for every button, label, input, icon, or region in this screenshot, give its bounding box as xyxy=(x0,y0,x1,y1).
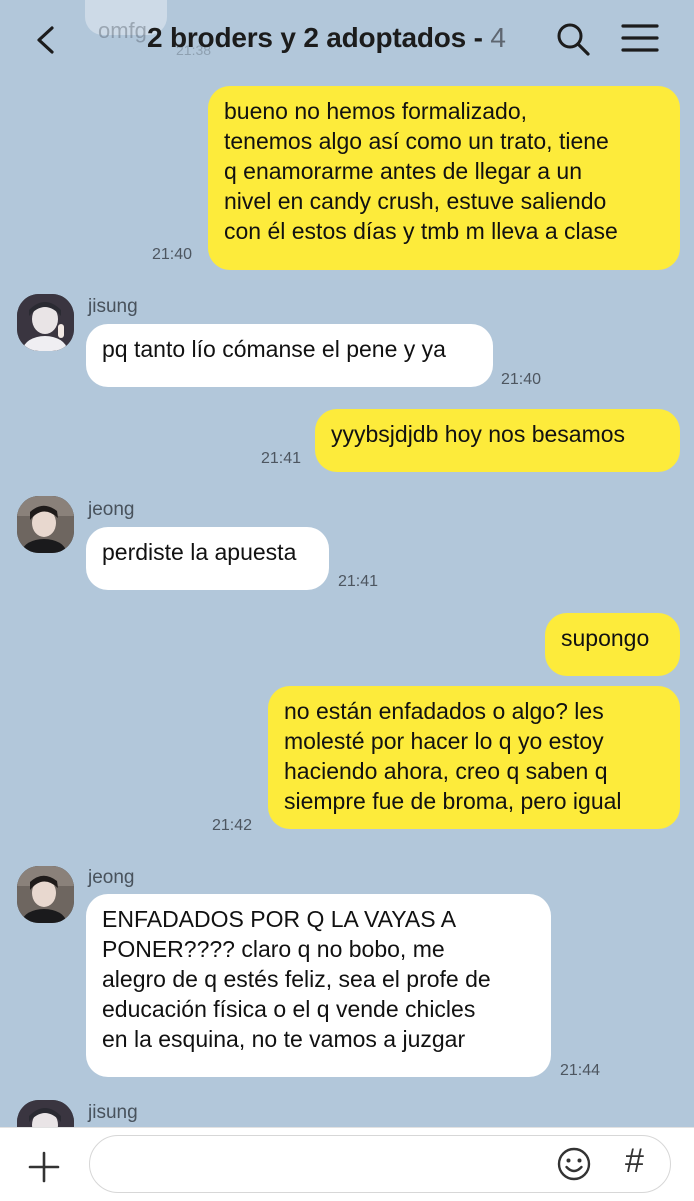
sender-name: jeong xyxy=(88,499,135,520)
chat-header: omfg 21:38 2 broders y 2 adoptados - 4 xyxy=(0,0,694,78)
outgoing-message-bubble[interactable]: no están enfadados o algo? les molesté p… xyxy=(268,686,680,829)
sender-name: jisung xyxy=(88,296,138,317)
menu-icon[interactable] xyxy=(620,20,660,56)
avatar-jisung[interactable] xyxy=(17,294,74,351)
outgoing-message-bubble[interactable]: yyybsjdjdb hoy nos besamos xyxy=(315,409,680,472)
search-icon[interactable] xyxy=(553,19,593,59)
message-time: 21:40 xyxy=(152,246,193,263)
message-time: 21:40 xyxy=(501,371,542,388)
message-time: 21:41 xyxy=(338,573,379,590)
plus-icon[interactable] xyxy=(27,1150,61,1184)
chat-title: 2 broders y 2 adoptados - 4 xyxy=(147,22,506,54)
scrolled-message-text: omfg xyxy=(98,18,147,43)
avatar-jeong[interactable] xyxy=(17,496,74,553)
sender-name: jeong xyxy=(88,867,135,888)
emoji-icon[interactable] xyxy=(556,1146,592,1182)
message-time: 21:44 xyxy=(560,1062,601,1079)
member-count: 4 xyxy=(490,22,506,53)
outgoing-message-bubble[interactable]: bueno no hemos formalizado, tenemos algo… xyxy=(208,86,680,270)
message-composer: # xyxy=(0,1127,694,1201)
message-input[interactable]: # xyxy=(89,1135,671,1193)
chat-title-text: 2 broders y 2 adoptados - xyxy=(147,22,491,53)
sender-name: jisung xyxy=(88,1102,138,1123)
hash-icon[interactable]: # xyxy=(625,1142,644,1181)
incoming-message-bubble[interactable]: perdiste la apuesta xyxy=(86,527,329,590)
outgoing-message-bubble[interactable]: supongo xyxy=(545,613,680,676)
message-time: 21:42 xyxy=(212,817,253,834)
message-time: 21:41 xyxy=(261,450,302,467)
back-arrow-icon[interactable] xyxy=(30,20,70,60)
avatar-jeong[interactable] xyxy=(17,866,74,923)
incoming-message-bubble[interactable]: ENFADADOS POR Q LA VAYAS A PONER???? cla… xyxy=(86,894,551,1077)
incoming-message-bubble[interactable]: pq tanto lío cómanse el pene y ya xyxy=(86,324,493,387)
